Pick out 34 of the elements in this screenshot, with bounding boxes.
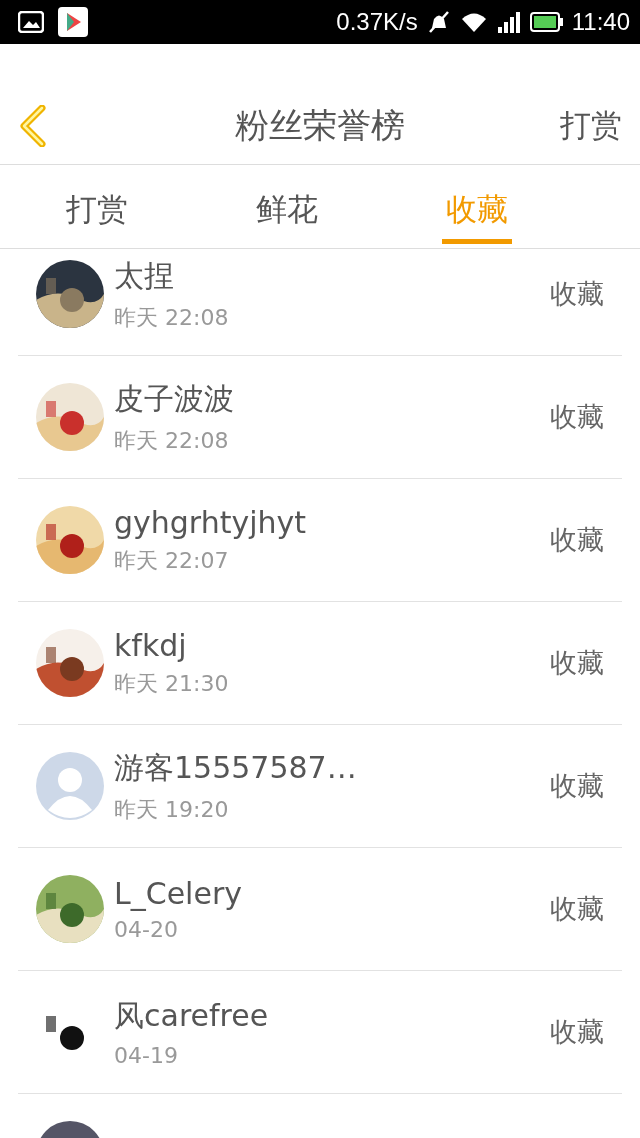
network-speed: 0.37K/s bbox=[336, 8, 418, 36]
wifi-icon bbox=[459, 11, 488, 33]
gift-type: 收藏 bbox=[550, 400, 604, 434]
tab[interactable]: 鲜花 bbox=[192, 165, 382, 248]
timestamp: 昨天 22:08 bbox=[114, 303, 230, 332]
clock: 11:40 bbox=[571, 8, 630, 36]
timestamp: 04-20 bbox=[114, 917, 179, 942]
default-avatar-icon bbox=[36, 752, 104, 820]
timestamp: 04-19 bbox=[114, 1043, 179, 1068]
gift-type: 收藏 bbox=[550, 523, 604, 557]
gift-type: 收藏 bbox=[550, 646, 604, 680]
gift-type: 收藏 bbox=[550, 277, 604, 311]
gift-type: 收藏 bbox=[550, 892, 604, 926]
reward-button[interactable]: 打赏 bbox=[560, 105, 622, 147]
image-icon bbox=[18, 11, 44, 33]
signal-icon bbox=[495, 11, 522, 33]
timestamp: 昨天 22:07 bbox=[114, 546, 230, 575]
timestamp: 昨天 21:30 bbox=[114, 669, 230, 698]
play-store-icon bbox=[58, 7, 88, 37]
user-name: 太捏 bbox=[114, 256, 175, 295]
user-name: L_Celery bbox=[114, 876, 243, 911]
gift-type: 收藏 bbox=[550, 769, 604, 803]
page-title: 粉丝荣誉榜 bbox=[235, 104, 405, 147]
timestamp: 昨天 19:20 bbox=[114, 795, 230, 824]
gift-type: 收藏 bbox=[550, 1015, 604, 1049]
user-name: gyhgrhtyjhyt bbox=[114, 504, 308, 540]
user-name: 风carefree bbox=[114, 997, 270, 1035]
user-name: 游客15557587… bbox=[114, 748, 358, 787]
user-name: kfkdj bbox=[114, 627, 188, 663]
user-name: 皮子波波 bbox=[114, 379, 235, 418]
back-icon[interactable] bbox=[18, 105, 48, 147]
tab[interactable]: 打赏 bbox=[2, 165, 192, 248]
battery-icon bbox=[529, 12, 564, 32]
timestamp: 昨天 22:08 bbox=[114, 426, 230, 455]
